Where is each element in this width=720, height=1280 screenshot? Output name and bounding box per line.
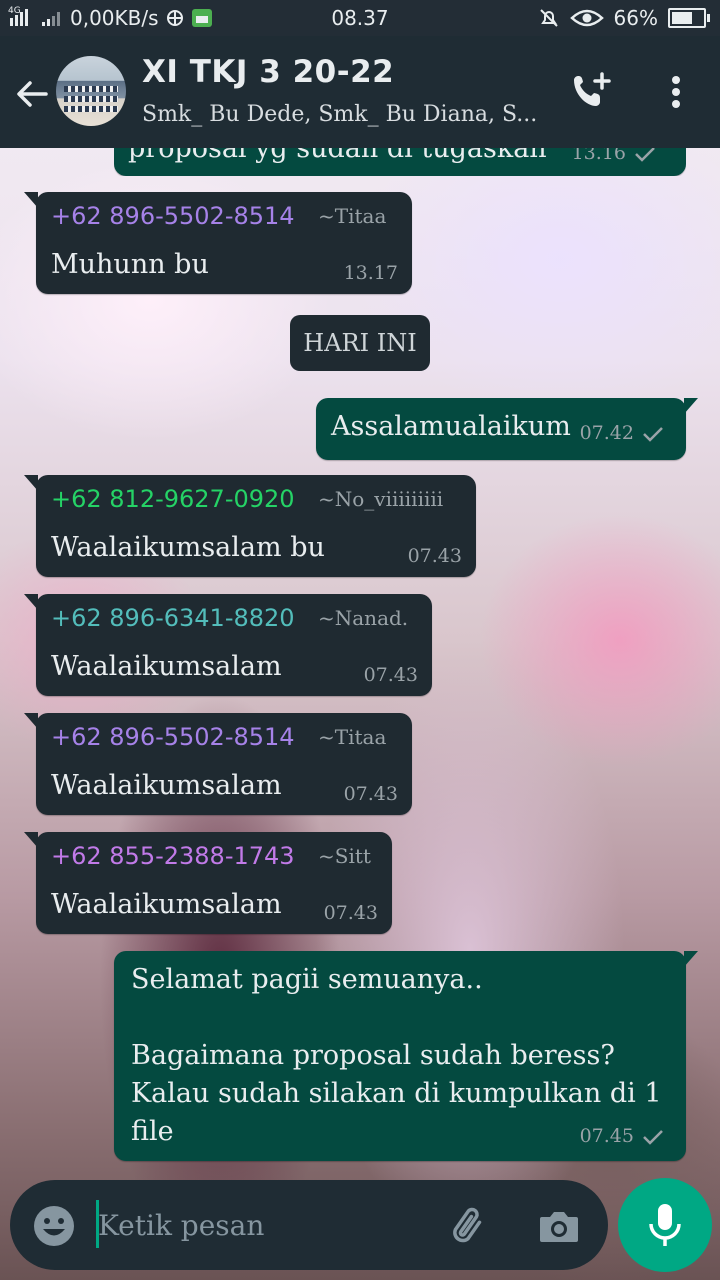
sender-phone[interactable]: +62 896-5502-8514 xyxy=(51,723,295,751)
status-bar: 4G 0,00KB/s 08.37 66% xyxy=(0,0,720,36)
battery-icon xyxy=(668,8,710,28)
message-text: Muhunn bu xyxy=(51,249,209,280)
arrow-left-icon[interactable] xyxy=(14,76,50,112)
message-in[interactable]: +62 855-2388-1743 ~Sitt Waalaikumsalam 0… xyxy=(24,832,392,934)
message-in[interactable]: +62 896-5502-8514 ~Titaa Muhunn bu 13.17 xyxy=(24,192,412,294)
group-avatar[interactable] xyxy=(56,56,126,126)
message-text: Selamat pagii semuanya.. Bagaimana propo… xyxy=(131,964,662,1147)
date-divider: HARI INI xyxy=(290,315,430,371)
message-out[interactable]: Selamat pagii semuanya.. Bagaimana propo… xyxy=(114,951,698,1161)
emoji-icon[interactable] xyxy=(32,1204,76,1248)
message-text: Waalaikumsalam bu xyxy=(51,532,325,563)
message-text: Waalaikumsalam xyxy=(51,889,282,920)
sent-check-icon xyxy=(643,427,663,442)
camera-icon[interactable] xyxy=(536,1204,582,1250)
chat-header[interactable]: XI TKJ 3 20-22 Smk_ Bu Dede, Smk_ Bu Dia… xyxy=(0,36,720,148)
group-title[interactable]: XI TKJ 3 20-22 xyxy=(142,54,394,90)
message-in[interactable]: +62 812-9627-0920 ~No_viiiiiiiii Waalaik… xyxy=(24,475,476,577)
sender-alias: ~No_viiiiiiiii xyxy=(318,487,444,511)
message-time: 07.43 xyxy=(363,664,418,686)
battery-fill xyxy=(672,12,692,24)
sender-phone[interactable]: +62 896-6341-8820 xyxy=(51,604,295,632)
message-text: Waalaikumsalam xyxy=(51,770,282,801)
mic-icon xyxy=(649,1204,681,1246)
battery-percent: 66% xyxy=(613,6,658,30)
message-out[interactable]: Assalamualaikum 07.42 xyxy=(316,398,698,460)
message-time: 07.43 xyxy=(407,545,462,567)
group-members[interactable]: Smk_ Bu Dede, Smk_ Bu Diana, S... xyxy=(142,102,542,127)
message-time: 13.17 xyxy=(343,262,398,284)
eye-icon xyxy=(569,9,604,27)
sender-phone[interactable]: +62 855-2388-1743 xyxy=(51,842,295,870)
sent-check-icon xyxy=(635,148,655,162)
message-time: 07.45 xyxy=(580,1125,664,1147)
voice-record-button[interactable] xyxy=(618,1178,712,1272)
message-in[interactable]: +62 896-5502-8514 ~Titaa Waalaikumsalam … xyxy=(24,713,412,815)
message-compose-bar xyxy=(10,1180,608,1270)
message-time: 07.43 xyxy=(343,783,398,805)
sender-alias: ~Nanad. xyxy=(318,606,409,630)
more-vert-icon[interactable] xyxy=(654,70,698,114)
message-in[interactable]: +62 896-6341-8820 ~Nanad. Waalaikumsalam… xyxy=(24,594,432,696)
sender-phone[interactable]: +62 896-5502-8514 xyxy=(51,202,295,230)
sent-check-icon xyxy=(643,1130,663,1145)
message-text: Waalaikumsalam xyxy=(51,651,282,682)
message-time: 07.43 xyxy=(323,902,378,924)
sender-alias: ~Titaa xyxy=(318,204,387,228)
add-call-icon[interactable] xyxy=(570,70,614,114)
message-text: Assalamualaikum xyxy=(331,411,571,442)
message-input[interactable] xyxy=(96,1196,420,1254)
paperclip-icon[interactable] xyxy=(446,1202,494,1250)
sender-alias: ~Sitt xyxy=(318,844,371,868)
sender-phone[interactable]: +62 812-9627-0920 xyxy=(51,485,295,513)
mute-bell-icon xyxy=(539,9,558,27)
message-time: 07.42 xyxy=(580,422,664,444)
sender-alias: ~Titaa xyxy=(318,725,387,749)
